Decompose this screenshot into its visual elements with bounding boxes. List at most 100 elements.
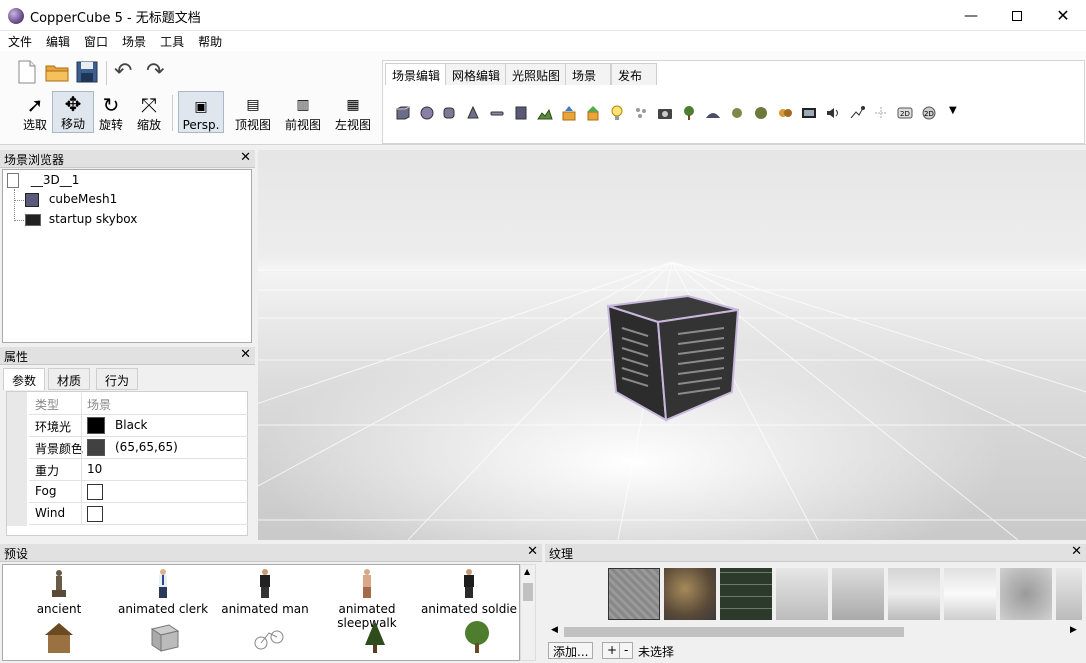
add-texture-button[interactable]: 添加... (548, 642, 594, 659)
zoom-out-button[interactable]: - (619, 642, 634, 659)
scroll-up-icon[interactable]: ▲ (524, 567, 530, 576)
wind-checkbox[interactable] (87, 506, 103, 522)
tree-item-cubemesh[interactable]: cubeMesh1 (25, 192, 117, 207)
texture-thumbnail[interactable] (1000, 568, 1052, 620)
ambient-color-swatch[interactable] (87, 417, 105, 434)
2d-button-icon[interactable]: 2D (921, 105, 937, 121)
skybox-icon[interactable] (801, 105, 817, 121)
path-node-icon[interactable] (873, 105, 889, 121)
rotate-tool-button[interactable]: ↻ 旋转 (90, 91, 132, 133)
bicycle-preset-icon[interactable] (253, 621, 285, 655)
new-file-button[interactable] (14, 59, 40, 88)
close-icon[interactable]: ✕ (527, 544, 538, 559)
gravity-input[interactable]: 10 (87, 462, 102, 476)
close-icon[interactable]: ✕ (1071, 544, 1082, 559)
pine-tree-preset-icon[interactable] (359, 619, 391, 655)
front-view-button[interactable]: ▥ 前视图 (280, 91, 326, 133)
water-icon[interactable] (705, 105, 721, 121)
tab-material[interactable]: 材质 (48, 368, 91, 390)
tree-item-skybox[interactable]: startup skybox (25, 212, 137, 226)
fog-checkbox[interactable] (87, 484, 103, 500)
maximize-button[interactable] (994, 0, 1040, 31)
property-row-ambient-light[interactable]: 环境光 Black (29, 415, 248, 437)
animated-character-icon[interactable] (753, 105, 769, 121)
presets-scrollbar[interactable]: ▲ (520, 564, 536, 661)
property-row-background-color[interactable]: 背景颜色 (65,65,65) (29, 437, 248, 459)
preset-item[interactable]: animated soldie (419, 567, 519, 616)
group-icon[interactable] (777, 105, 793, 121)
2d-overlay-icon[interactable]: 2D (897, 105, 913, 121)
import-mesh-icon[interactable] (561, 105, 577, 121)
menu-scene[interactable]: 场景 (122, 31, 152, 51)
3d-viewport[interactable] (258, 150, 1086, 540)
path-icon[interactable] (849, 105, 865, 121)
texture-thumbnail[interactable] (832, 568, 884, 620)
particle-icon[interactable] (633, 105, 649, 121)
tab-parameters[interactable]: 参数 (3, 368, 46, 390)
minimize-button[interactable]: — (948, 0, 994, 31)
cone-icon[interactable] (465, 105, 481, 121)
background-color-swatch[interactable] (87, 439, 105, 456)
move-tool-button[interactable]: ✥ 移动 (52, 91, 94, 133)
character-icon[interactable] (729, 105, 745, 121)
property-row-wind[interactable]: Wind (29, 503, 248, 525)
texture-thumbnail[interactable] (1056, 568, 1082, 620)
preset-item[interactable]: ancient (9, 567, 109, 616)
menu-edit[interactable]: 编辑 (46, 31, 76, 51)
cube-icon[interactable] (395, 105, 411, 121)
import-house-icon[interactable] (585, 105, 601, 121)
tree-item-root[interactable]: __3D__1 (7, 173, 79, 188)
scale-tool-button[interactable]: ⤧ 缩放 (128, 91, 170, 133)
menu-help[interactable]: 帮助 (198, 31, 228, 51)
menu-file[interactable]: 文件 (8, 31, 38, 51)
crate-preset-icon[interactable] (149, 621, 181, 655)
house-preset-icon[interactable] (43, 621, 75, 655)
save-button[interactable] (74, 59, 100, 88)
scrollbar-thumb[interactable] (523, 583, 533, 601)
texture-thumbnail[interactable] (608, 568, 660, 620)
redo-button[interactable]: ↷ (146, 59, 164, 84)
tab-publish[interactable]: 发布 (611, 63, 657, 85)
select-tool-button[interactable]: ➚ 选取 (14, 91, 56, 133)
more-objects-dropdown[interactable]: ▼ (949, 105, 957, 116)
close-icon[interactable]: ✕ (240, 150, 251, 165)
tab-lightmapping[interactable]: 光照贴图 (505, 63, 568, 85)
texture-thumbnail[interactable] (720, 568, 772, 620)
scroll-left-icon[interactable]: ◀ (551, 625, 558, 635)
terrain-icon[interactable] (537, 105, 553, 121)
preset-item[interactable]: animated clerk (113, 567, 213, 616)
texture-thumbnail[interactable] (888, 568, 940, 620)
camera-icon[interactable] (657, 105, 673, 121)
tab-scene[interactable]: 场景 (565, 63, 611, 85)
tab-scene-editing[interactable]: 场景编辑 (385, 63, 448, 85)
undo-button[interactable]: ↶ (114, 59, 132, 84)
perspective-view-button[interactable]: ▣ Persp. (178, 91, 224, 133)
menu-window[interactable]: 窗口 (84, 31, 114, 51)
cylinder-icon[interactable] (441, 105, 457, 121)
cube-mesh-object[interactable] (598, 288, 758, 428)
close-icon[interactable]: ✕ (240, 347, 251, 362)
menu-tools[interactable]: 工具 (160, 31, 190, 51)
tab-mesh-editing[interactable]: 网格编辑 (445, 63, 508, 85)
box-icon[interactable] (513, 105, 529, 121)
tab-behavior[interactable]: 行为 (96, 368, 139, 390)
open-file-button[interactable] (44, 59, 70, 88)
sound-icon[interactable] (825, 105, 841, 121)
oak-tree-preset-icon[interactable] (461, 619, 493, 655)
sphere-icon[interactable] (419, 105, 435, 121)
texture-thumbnail[interactable] (776, 568, 828, 620)
plane-icon[interactable] (489, 105, 505, 121)
property-row-fog[interactable]: Fog (29, 481, 248, 503)
texture-thumbnail[interactable] (944, 568, 996, 620)
left-view-button[interactable]: ▦ 左视图 (330, 91, 376, 133)
preset-item[interactable]: animated man (215, 567, 315, 616)
scroll-right-icon[interactable]: ▶ (1070, 625, 1077, 635)
top-view-button[interactable]: ▤ 顶视图 (230, 91, 276, 133)
light-icon[interactable] (609, 105, 625, 121)
texture-thumbnail[interactable] (664, 568, 716, 620)
scrollbar-thumb[interactable] (564, 627, 904, 637)
tree-icon[interactable] (681, 105, 697, 121)
close-button[interactable]: ✕ (1040, 0, 1086, 31)
textures-scrollbar[interactable]: ◀ ▶ (548, 625, 1082, 639)
property-row-gravity[interactable]: 重力 10 (29, 459, 248, 481)
